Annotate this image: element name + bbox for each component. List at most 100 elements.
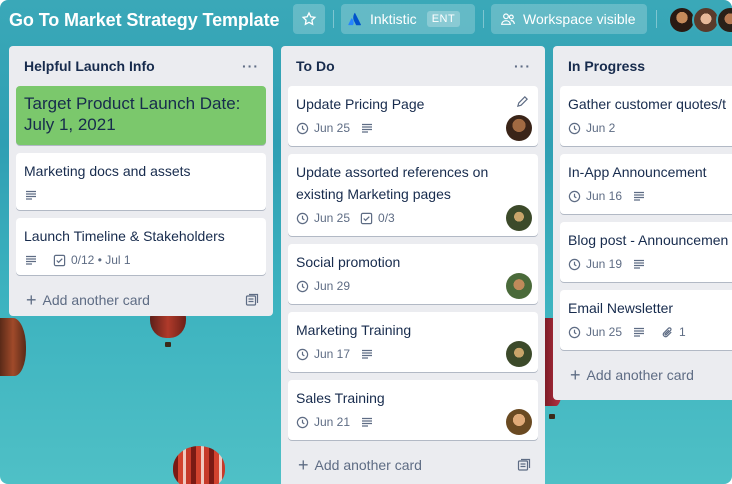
due-date: Jun 17 [314, 347, 351, 361]
description-icon [360, 347, 379, 361]
list-header: To Do ··· [281, 46, 545, 86]
clock-icon [296, 280, 309, 292]
checklist-badge: 0/3 [360, 211, 395, 225]
due-date: Jun 21 [314, 415, 351, 429]
checklist-icon [360, 212, 373, 224]
list-card[interactable]: Update assorted references on existing M… [288, 154, 538, 236]
people-icon [500, 13, 515, 25]
description-icon [24, 188, 43, 202]
workspace-name: Inktistic [370, 11, 417, 27]
list-card[interactable]: Update Pricing Page Jun 25 [288, 86, 538, 146]
due-badge: Jun 2 [568, 121, 615, 135]
card-title: Marketing Training [296, 322, 412, 338]
list-card[interactable]: Social promotion Jun 29 [288, 244, 538, 304]
card-template-icon[interactable] [517, 458, 531, 472]
clock-icon [296, 122, 309, 134]
clock-icon [296, 348, 309, 360]
workspace-button[interactable]: Inktistic ENT [341, 4, 475, 34]
list-card[interactable]: Target Product Launch Date: July 1, 2021 [16, 86, 266, 145]
list-helpful-launch-info: Helpful Launch Info ··· Target Product L… [9, 46, 273, 316]
card-title: Launch Timeline & Stakeholders [24, 228, 225, 244]
add-card-button[interactable]: + Add another card [9, 283, 273, 317]
list-title[interactable]: Helpful Launch Info [24, 58, 155, 74]
add-card-label: Add another card [586, 367, 694, 383]
enterprise-badge: ENT [426, 11, 461, 27]
due-badge: Jun 17 [296, 347, 350, 361]
board-members[interactable] [668, 6, 732, 34]
header-divider [483, 10, 484, 28]
add-card-button[interactable]: + Add another card [281, 448, 545, 482]
description-icon [24, 253, 43, 267]
checklist-badge: 0/12 • Jul 1 [53, 253, 131, 267]
due-date: Jun 25 [314, 121, 351, 135]
clock-icon [568, 122, 581, 134]
card-title: Blog post - Announcemen [568, 232, 729, 248]
due-badge: Jun 25 [296, 211, 350, 225]
list-title[interactable]: In Progress [568, 58, 645, 74]
avatar[interactable] [506, 273, 532, 299]
card-title: Update Pricing Page [296, 96, 425, 112]
card-template-icon[interactable] [245, 293, 259, 307]
clock-icon [296, 416, 309, 428]
clock-icon [296, 212, 309, 224]
due-date: Jun 19 [586, 257, 623, 271]
list-card[interactable]: Marketing docs and assets [16, 153, 266, 210]
due-date: Jul 1 [105, 253, 131, 267]
description-icon [632, 257, 651, 271]
list-title[interactable]: To Do [296, 58, 335, 74]
avatar[interactable] [506, 115, 532, 141]
avatar[interactable] [506, 409, 532, 435]
list-to-do: To Do ··· Update Pricing Page Jun 25 Upd… [281, 46, 545, 484]
header-divider [656, 10, 657, 28]
card-title: Marketing docs and assets [24, 163, 191, 179]
due-date: Jun 29 [314, 279, 351, 293]
checklist-icon [53, 254, 66, 266]
due-date: Jun 25 [586, 325, 623, 339]
header-divider [333, 10, 334, 28]
due-badge: Jun 16 [568, 189, 622, 203]
list-card[interactable]: Marketing Training Jun 17 [288, 312, 538, 372]
list-menu-button[interactable]: ··· [514, 58, 531, 74]
plus-icon: + [26, 290, 37, 310]
plus-icon: + [298, 455, 309, 475]
card-title: Target Product Launch Date: July 1, 2021 [24, 94, 241, 134]
clock-icon [568, 190, 581, 202]
list-card[interactable]: Launch Timeline & Stakeholders 0/12 • Ju… [16, 218, 266, 275]
avatar[interactable] [506, 341, 532, 367]
balloon-image [0, 318, 26, 376]
avatar[interactable] [506, 205, 532, 231]
due-badge: Jun 25 [568, 325, 622, 339]
list-in-progress: In Progress Gather customer quotes/t Jun… [553, 46, 732, 400]
description-icon [360, 415, 379, 429]
avatar[interactable] [716, 6, 732, 34]
list-menu-button[interactable]: ··· [242, 58, 259, 74]
list-card[interactable]: In-App Announcement Jun 16 [560, 154, 732, 214]
card-title: Update assorted references on existing M… [296, 164, 489, 202]
description-icon [360, 121, 379, 135]
due-badge: Jun 29 [296, 279, 350, 293]
list-card[interactable]: Blog post - Announcemen Jun 19 [560, 222, 732, 282]
due-badge: Jun 21 [296, 415, 350, 429]
visibility-button[interactable]: Workspace visible [491, 4, 647, 34]
add-card-button[interactable]: + Add another card [553, 358, 732, 392]
checklist-count: 0/12 [71, 253, 95, 267]
description-icon [632, 189, 651, 203]
bullet-separator: • [94, 253, 106, 267]
list-card[interactable]: Email Newsletter Jun 25 1 [560, 290, 732, 350]
board-canvas: Go To Market Strategy Template Inktistic… [0, 0, 732, 484]
attachment-count: 1 [679, 325, 686, 339]
description-icon [632, 325, 651, 339]
card-title: Gather customer quotes/t [568, 96, 726, 112]
due-date: Jun 16 [586, 189, 623, 203]
list-card[interactable]: Sales Training Jun 21 [288, 380, 538, 440]
pencil-icon[interactable] [516, 95, 529, 108]
card-title: Social promotion [296, 254, 401, 270]
card-title: Email Newsletter [568, 300, 674, 316]
list-card[interactable]: Gather customer quotes/t Jun 2 [560, 86, 732, 146]
board-title[interactable]: Go To Market Strategy Template [9, 10, 280, 31]
balloon-image [173, 446, 225, 484]
plus-icon: + [570, 365, 581, 385]
list-header: Helpful Launch Info ··· [9, 46, 273, 86]
star-button[interactable] [293, 4, 325, 34]
due-date: Jun 2 [586, 121, 616, 135]
